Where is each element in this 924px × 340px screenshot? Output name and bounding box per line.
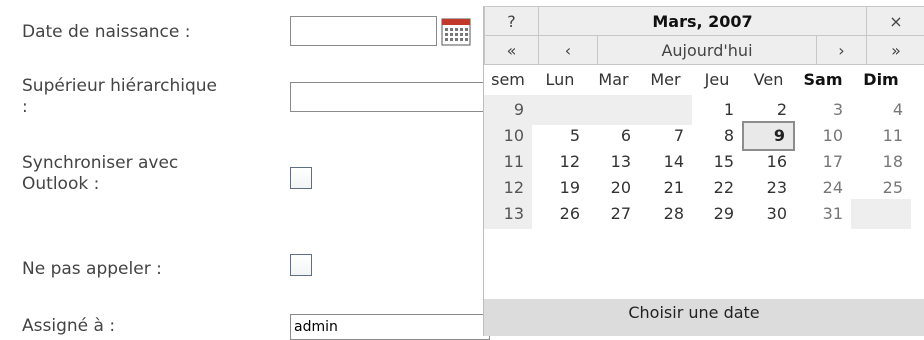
- supervisor-input[interactable]: [290, 82, 490, 112]
- calendar-day-cell[interactable]: 31: [795, 199, 851, 229]
- calendar-day-cell[interactable]: 30: [742, 199, 795, 229]
- today-button[interactable]: Aujourd'hui: [597, 35, 817, 65]
- supervisor-label: Supérieur hiérarchique :: [22, 76, 217, 118]
- previous-year-button[interactable]: «: [484, 35, 539, 65]
- day-header-mar: Mar: [598, 70, 629, 89]
- day-header-dim: Dim: [863, 70, 899, 89]
- do-not-call-checkbox[interactable]: [290, 254, 312, 276]
- day-header-jeu: Jeu: [704, 70, 730, 89]
- sync-outlook-checkbox[interactable]: [290, 167, 312, 189]
- sync-outlook-label-line1: Synchroniser avec: [22, 153, 179, 173]
- supervisor-label-line2: :: [22, 97, 28, 117]
- sync-outlook-label-line2: Outlook :: [22, 174, 100, 194]
- help-button[interactable]: ?: [484, 6, 539, 36]
- date-picker-popup: ? Mars, 2007 × « ‹ Aujourd'hui › » sem L…: [483, 6, 924, 336]
- do-not-call-label: Ne pas appeler :: [22, 259, 162, 279]
- assigned-to-label: Assigné à :: [22, 316, 116, 336]
- previous-month-button[interactable]: ‹: [538, 35, 598, 65]
- close-button[interactable]: ×: [866, 6, 924, 36]
- next-year-button[interactable]: »: [866, 35, 924, 65]
- day-header-lun: Lun: [545, 70, 575, 89]
- day-header-sam: Sam: [803, 70, 843, 89]
- calendar-icon: [441, 18, 471, 46]
- calendar-day-cell[interactable]: 28: [639, 199, 692, 229]
- assigned-to-input[interactable]: [290, 314, 490, 340]
- calendar-button[interactable]: [441, 18, 471, 46]
- week-number: 13: [484, 199, 532, 229]
- calendar-empty-cell: [851, 199, 911, 229]
- supervisor-label-line1: Supérieur hiérarchique: [22, 76, 218, 96]
- calendar-day-cell[interactable]: 29: [692, 199, 742, 229]
- calendar-status-text: Choisir une date: [628, 303, 760, 322]
- calendar-status-bar: Choisir une date: [484, 299, 924, 336]
- day-header-ven: Ven: [753, 70, 784, 89]
- birthdate-input[interactable]: [290, 16, 437, 46]
- calendar-day-cell[interactable]: 27: [588, 199, 639, 229]
- sync-outlook-label: Synchroniser avec Outlook :: [22, 153, 178, 195]
- calendar-day-cell[interactable]: 26: [532, 199, 588, 229]
- week-number-header: sem: [491, 70, 525, 89]
- day-header-mer: Mer: [650, 70, 681, 89]
- next-month-button[interactable]: ›: [816, 35, 867, 65]
- birthdate-label: Date de naissance :: [22, 22, 191, 42]
- calendar-month-title: Mars, 2007: [538, 6, 867, 36]
